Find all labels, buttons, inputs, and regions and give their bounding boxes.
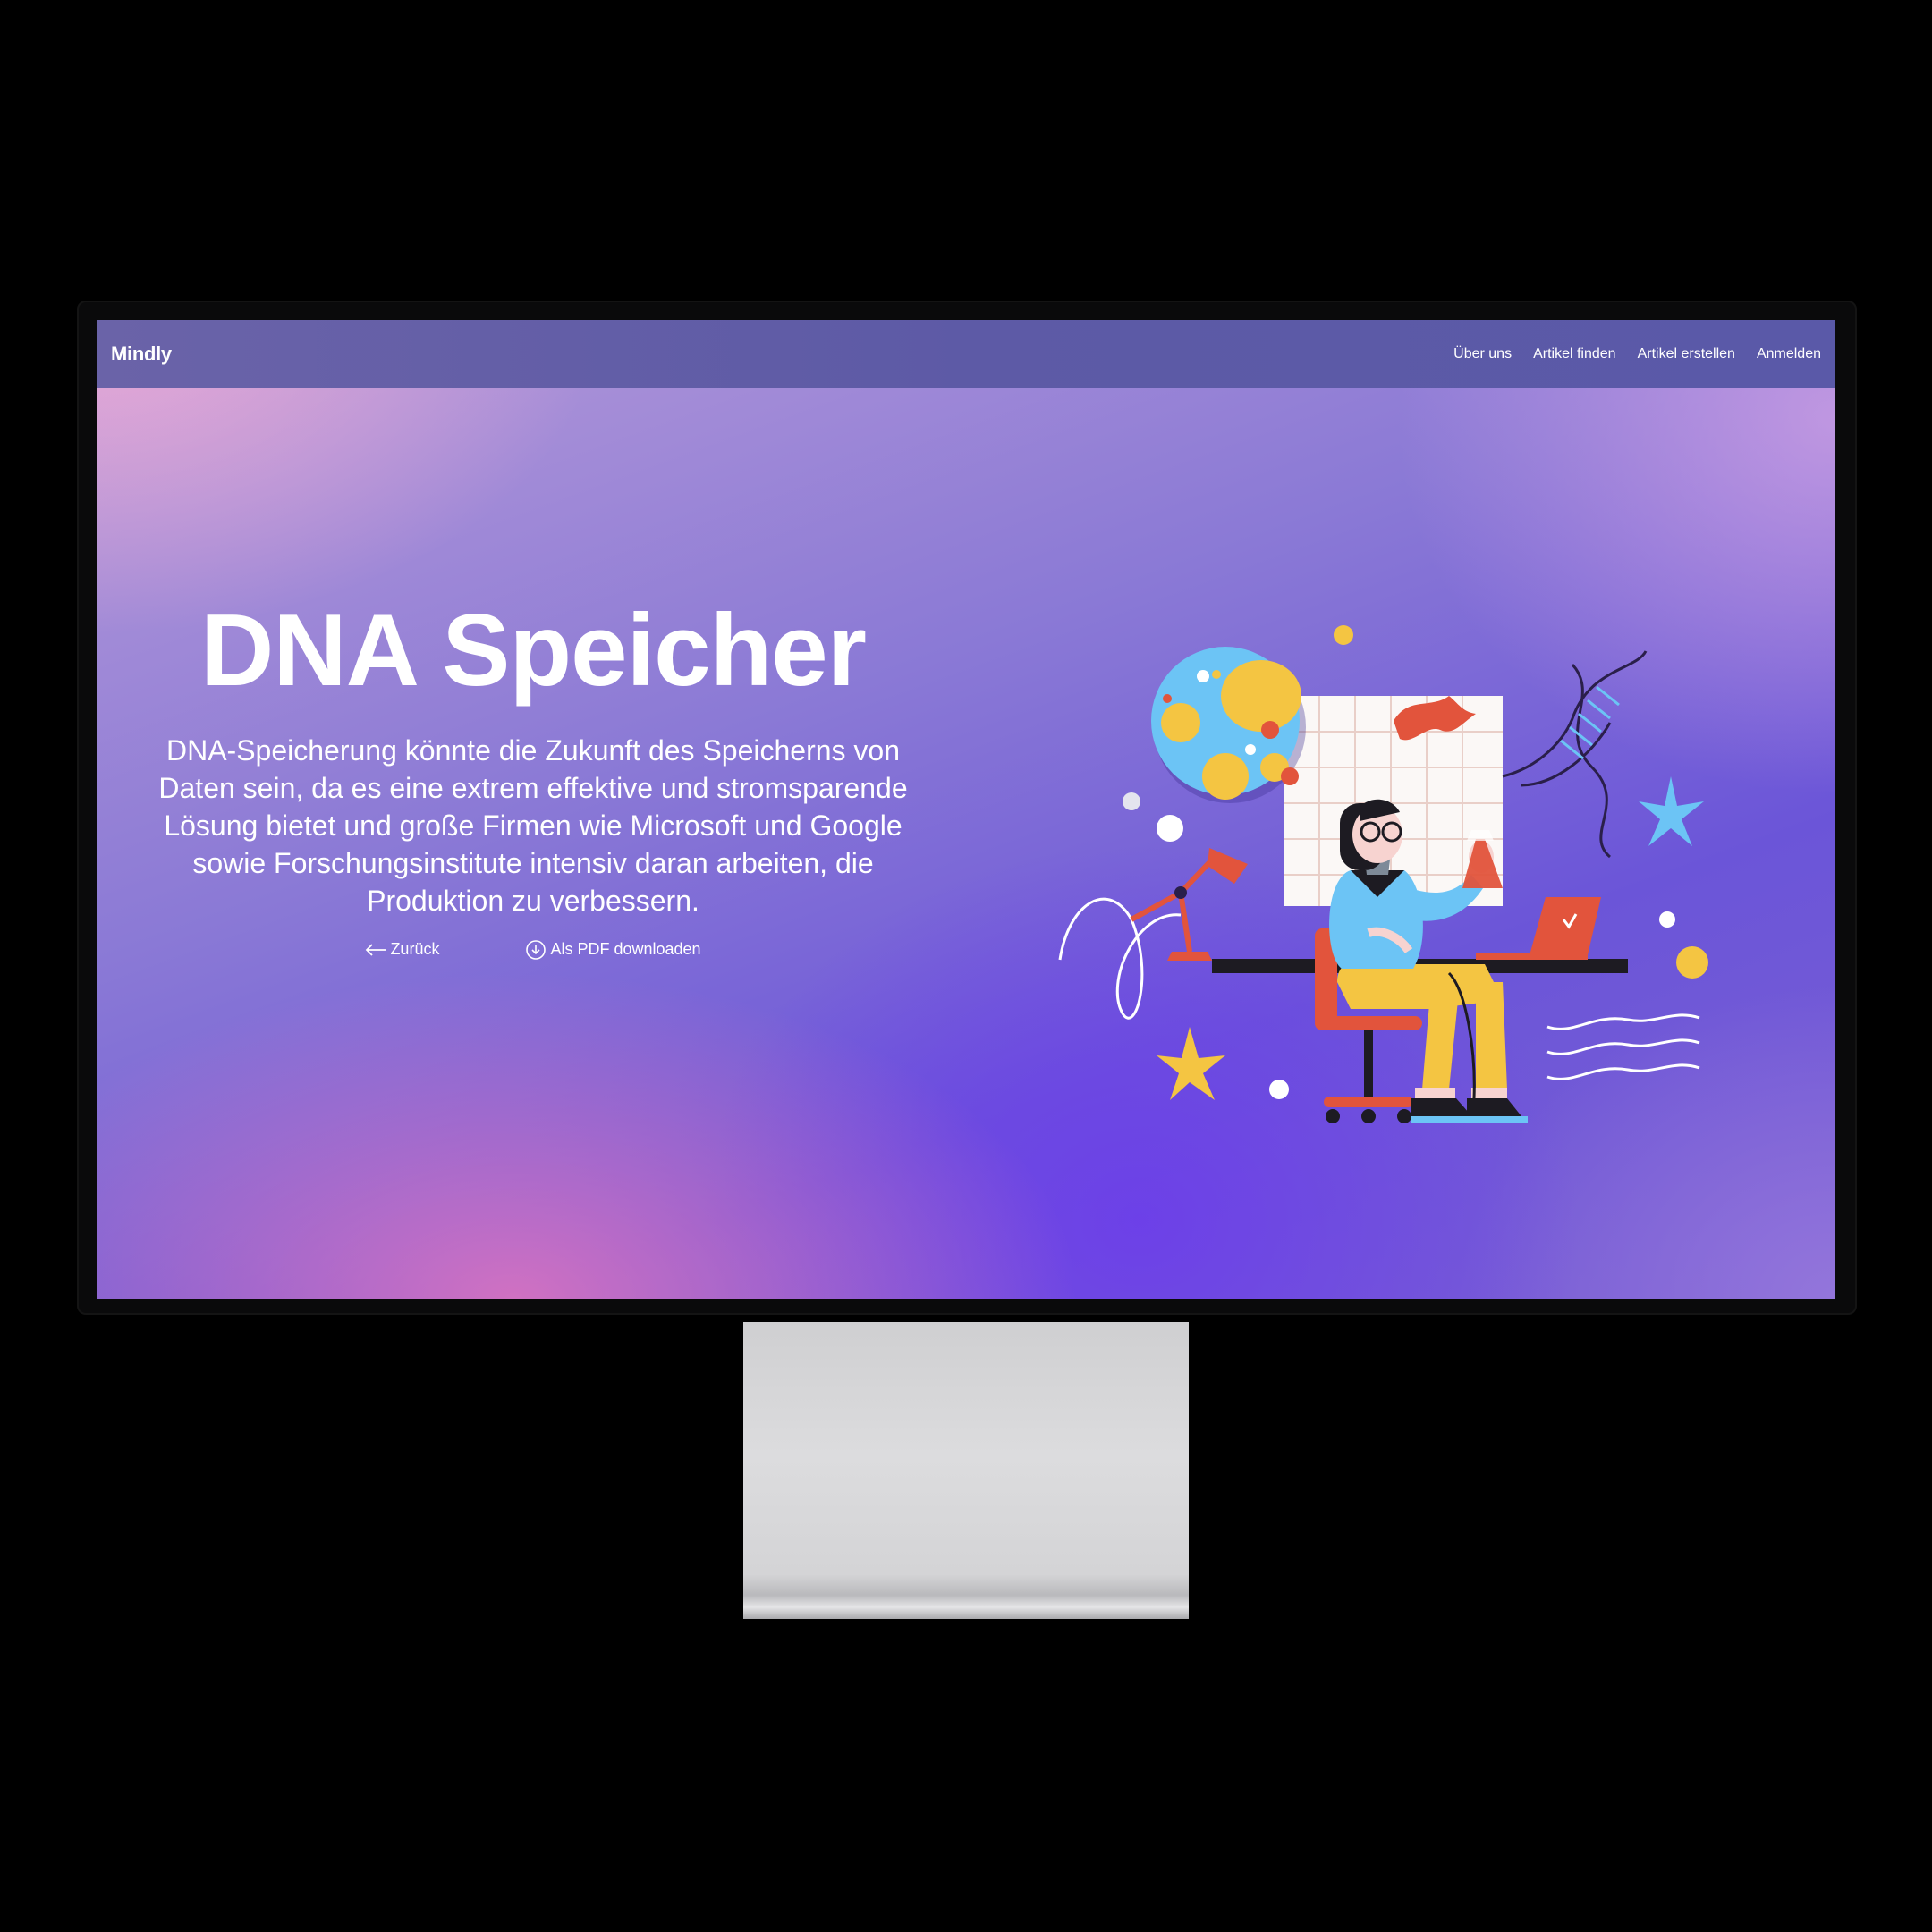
- star-icon: [1639, 776, 1704, 846]
- desk-lamp-icon: [1130, 848, 1248, 961]
- back-link[interactable]: Zurück: [365, 939, 439, 961]
- scientist-illustration: [1058, 625, 1708, 1123]
- nav-link-artikel-erstellen[interactable]: Artikel erstellen: [1638, 346, 1735, 362]
- download-pdf-link[interactable]: Als PDF downloaden: [525, 939, 701, 961]
- back-label: Zurück: [390, 940, 440, 959]
- hero-actions: Zurück Als PDF downloaden: [113, 939, 953, 961]
- download-circle-icon: [526, 939, 547, 960]
- decor-dot: [1157, 815, 1183, 842]
- decor-dot: [1659, 911, 1675, 928]
- nav-links: Über uns Artikel finden Artikel erstelle…: [1453, 346, 1821, 362]
- brand-logo[interactable]: Mindly: [111, 343, 172, 366]
- squiggle-line: [1058, 897, 1182, 1020]
- hero-section: DNA Speicher DNA-Speicherung könnte die …: [113, 597, 953, 961]
- hero-description: DNA-Speicherung könnte die Zukunft des S…: [158, 733, 908, 917]
- planet-icon: [1151, 647, 1306, 803]
- page-title: DNA Speicher: [200, 594, 867, 708]
- nav-link-artikel-finden[interactable]: Artikel finden: [1533, 346, 1616, 362]
- arrow-left-icon: [366, 944, 386, 956]
- download-label: Als PDF downloaden: [550, 940, 701, 959]
- wavy-lines: [1546, 1013, 1700, 1080]
- monitor-stand: [743, 1322, 1189, 1619]
- decor-dot: [1123, 792, 1140, 810]
- website-screen: Mindly Über uns Artikel finden Artikel e…: [97, 320, 1835, 1299]
- decor-dot: [1334, 625, 1353, 645]
- dna-helix-icon: [1502, 650, 1648, 859]
- device-mockup: Mindly Über uns Artikel finden Artikel e…: [0, 0, 1932, 1932]
- nav-link-ueber-uns[interactable]: Über uns: [1453, 346, 1512, 362]
- decor-dot: [1269, 1080, 1289, 1099]
- laptop-icon: [1476, 897, 1601, 960]
- decor-dot: [1676, 946, 1708, 979]
- star-icon: [1157, 1027, 1225, 1100]
- navbar: Mindly Über uns Artikel finden Artikel e…: [97, 320, 1835, 388]
- nav-link-anmelden[interactable]: Anmelden: [1757, 346, 1821, 362]
